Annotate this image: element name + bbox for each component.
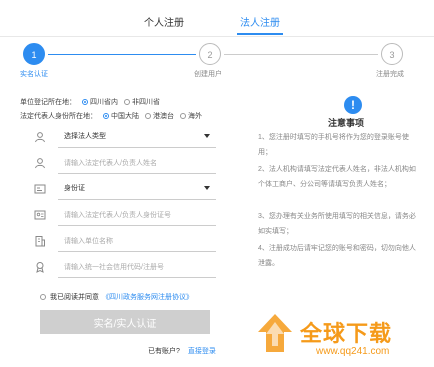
- radio-sichuan-outside[interactable]: 非四川省: [118, 97, 160, 107]
- location-radio-group: 单位登记所在地： 四川省内 非四川省: [20, 97, 160, 107]
- legal-name-input[interactable]: [64, 156, 210, 170]
- radio-hk-macau-taiwan[interactable]: 港澳台: [139, 111, 174, 121]
- watermark: 全球下载 www.qq241.com: [254, 312, 434, 367]
- exclamation-icon: !: [344, 96, 362, 114]
- id-type-select[interactable]: 身份证: [30, 178, 216, 200]
- radio-label: 四川省内: [90, 99, 118, 106]
- step-1-connector: [48, 54, 196, 55]
- notice-item: 2、法人机构请填写法定代表人姓名，非法人机构如个体工商户、分公司等请填写负责人姓…: [258, 166, 416, 188]
- credit-code-input[interactable]: [64, 260, 210, 274]
- building-icon: [35, 236, 45, 247]
- notice-item: 1、您注册时填写的手机号将作为您的登录账号使用；: [258, 134, 409, 156]
- credit-code-field: [30, 256, 216, 278]
- watermark-logo-icon: [258, 314, 292, 352]
- id-location-label: 法定代表人身份所在地：: [20, 113, 97, 120]
- step-2-circle: 2: [199, 43, 221, 65]
- badge-icon: [36, 262, 44, 273]
- verify-button[interactable]: 实名/实人认证: [40, 310, 210, 334]
- register-tabs: 个人注册 法人注册: [0, 8, 434, 37]
- radio-sichuan-inside[interactable]: 四川省内: [76, 97, 118, 107]
- location-label: 单位登记所在地：: [20, 99, 76, 106]
- id-card-icon: [34, 184, 46, 194]
- radio-mainland[interactable]: 中国大陆: [97, 111, 139, 121]
- step-2-connector: [224, 54, 378, 55]
- radio-label: 中国大陆: [111, 113, 139, 120]
- radio-label: 非四川省: [132, 99, 160, 106]
- id-type-value: 身份证: [64, 185, 85, 192]
- agreement-row: 我已阅读并同意 《四川政务服务网注册协议》: [40, 292, 193, 302]
- id-number-field: [30, 204, 216, 226]
- step-1-circle: 1: [23, 43, 45, 65]
- notice-item: 3、您办理有关业务所使用填写的相关信息，请务必如实填写；: [258, 213, 416, 235]
- chevron-down-icon[interactable]: [204, 134, 210, 138]
- radio-label: 港澳台: [153, 113, 174, 120]
- radio-unchecked-icon: [145, 113, 151, 119]
- notice-item: 4、注册成功后请牢记您的账号和密码，切勿向他人泄露。: [258, 245, 416, 267]
- field-underline: [58, 225, 216, 226]
- user-icon: [35, 158, 45, 169]
- id-number-input[interactable]: [64, 208, 210, 222]
- agree-checkbox[interactable]: [40, 294, 46, 300]
- user-icon: [35, 132, 45, 143]
- login-row: 已有账户? 直接登录: [148, 346, 216, 356]
- radio-checked-icon: [103, 113, 109, 119]
- org-name-input[interactable]: [64, 234, 210, 248]
- legal-name-field: [30, 152, 216, 174]
- step-3-label: 注册完成: [376, 71, 404, 78]
- tab-personal-register[interactable]: 个人注册: [144, 14, 184, 29]
- login-prompt: 已有账户?: [148, 348, 180, 355]
- field-underline: [58, 251, 216, 252]
- step-2-label: 创建用户: [194, 71, 222, 78]
- org-name-field: [30, 230, 216, 252]
- legal-type-value: 选择法人类型: [64, 133, 106, 140]
- radio-label: 海外: [188, 113, 202, 120]
- id-card-icon: [34, 210, 46, 220]
- tab-divider: [0, 36, 434, 37]
- radio-unchecked-icon: [124, 99, 130, 105]
- radio-overseas[interactable]: 海外: [174, 111, 202, 121]
- field-underline: [58, 277, 216, 278]
- radio-unchecked-icon: [180, 113, 186, 119]
- field-underline: [58, 147, 216, 148]
- id-location-radio-group: 法定代表人身份所在地： 中国大陆 港澳台 海外: [20, 111, 202, 121]
- step-1-label: 实名认证: [20, 71, 48, 78]
- watermark-text: 全球下载: [300, 321, 393, 346]
- agreement-link[interactable]: 《四川政务服务网注册协议》: [102, 292, 193, 302]
- radio-checked-icon: [82, 99, 88, 105]
- tab-legal-register[interactable]: 法人注册: [240, 14, 280, 29]
- field-underline: [58, 199, 216, 200]
- chevron-down-icon[interactable]: [204, 186, 210, 190]
- step-3-circle: 3: [381, 43, 403, 65]
- watermark-url: www.qq241.com: [316, 346, 390, 357]
- login-link[interactable]: 直接登录: [188, 348, 216, 355]
- agree-text: 我已阅读并同意: [50, 294, 99, 301]
- legal-type-select[interactable]: 选择法人类型: [30, 126, 216, 148]
- notice-title: 注意事项: [328, 118, 365, 128]
- field-underline: [58, 173, 216, 174]
- active-tab-indicator: [237, 33, 283, 35]
